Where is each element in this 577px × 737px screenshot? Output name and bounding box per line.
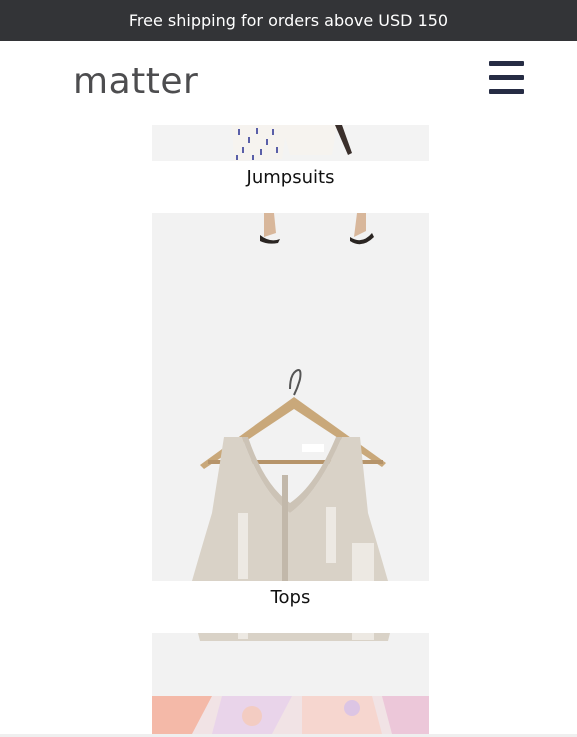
announcement-text: Free shipping for orders above USD 150: [128, 11, 449, 30]
announcement-bar: Free shipping for orders above USD 150: [0, 0, 577, 41]
category-feed: Jumpsuits Tops: [152, 125, 429, 734]
site-header: matter: [0, 41, 577, 125]
category-caption-tops[interactable]: Tops: [152, 581, 429, 633]
jumpsuit-photo[interactable]: [152, 125, 429, 161]
site-logo[interactable]: matter: [73, 61, 198, 102]
category-label: Jumpsuits: [246, 167, 335, 188]
category-caption-jumpsuits[interactable]: Jumpsuits: [152, 161, 429, 213]
category-label: Tops: [270, 587, 311, 608]
tops-photo[interactable]: [152, 213, 429, 581]
hamburger-menu-icon[interactable]: [489, 61, 525, 97]
next-category-photo[interactable]: [152, 696, 429, 734]
tops-photo-continued[interactable]: [152, 633, 429, 696]
